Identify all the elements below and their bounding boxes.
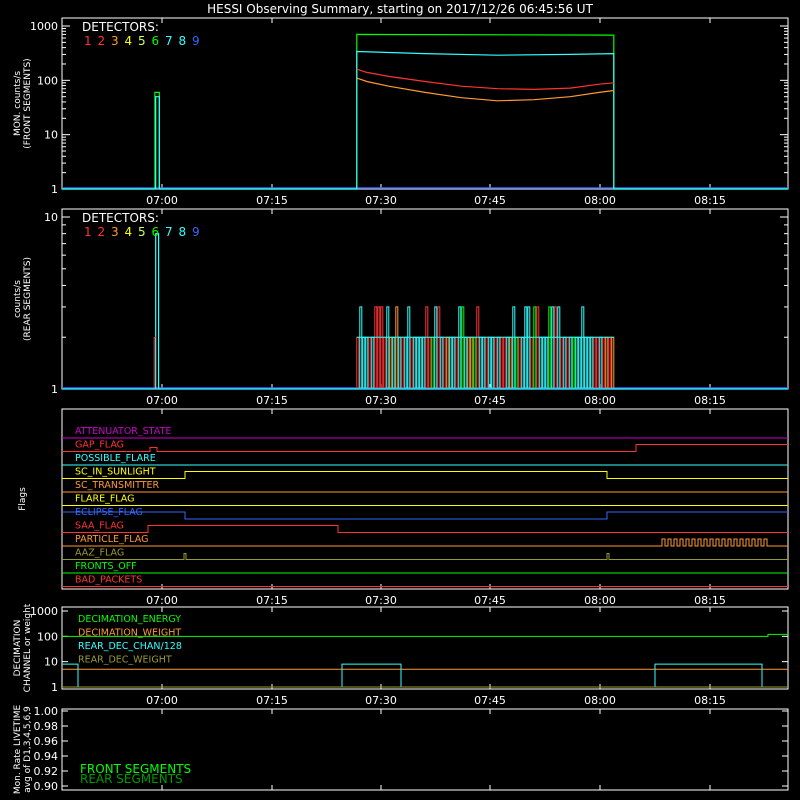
flag-label-fronts-off: FRONTS_OFF — [75, 561, 137, 572]
x-tick-label: 07:30 — [365, 394, 397, 407]
x-tick-label: 07:30 — [365, 194, 397, 207]
x-tick-label: 07:00 — [146, 394, 178, 407]
legend-detector-5: 5 — [138, 225, 146, 239]
y-tick-label: 10 — [44, 211, 58, 224]
x-tick-label: 08:00 — [584, 394, 616, 407]
x-tick-label: 08:15 — [694, 594, 726, 607]
legend-detector-4: 4 — [125, 34, 133, 48]
legend-detector-1: 1 — [84, 34, 92, 48]
legend-detector-1: 1 — [84, 225, 92, 239]
legend-detector-6: 6 — [152, 225, 160, 239]
flag-label-sc-transmitter: SC_TRANSMITTER — [75, 480, 160, 491]
legend-detector-8: 8 — [179, 34, 187, 48]
y-tick-label: 0.90 — [34, 780, 59, 793]
y-axis-label-line: DECIMATION — [13, 620, 23, 677]
x-tick-label: 07:15 — [256, 594, 288, 607]
legend-title: DETECTORS: — [82, 211, 159, 225]
y-tick-label: 100 — [37, 74, 58, 87]
decimation-label-1: DECIMATION_WEIGHT — [78, 628, 181, 639]
x-tick-label: 08:15 — [694, 394, 726, 407]
flag-label-bad-packets: BAD_PACKETS — [75, 575, 142, 586]
y-axis-label-line: (REAR SEGMENTS) — [23, 257, 33, 341]
x-tick-label: 07:45 — [474, 594, 506, 607]
legend-detector-2: 2 — [98, 34, 106, 48]
livetime-legend-1: REAR SEGMENTS — [80, 772, 183, 786]
legend-title: DETECTORS: — [82, 20, 159, 34]
flag-label-sc-in-sunlight: SC_IN_SUNLIGHT — [75, 467, 156, 478]
y-axis-label-line: MON. counts/s — [13, 71, 23, 136]
hessi-summary-plot: HESSI Observing Summary, starting on 201… — [0, 0, 800, 800]
y-tick-label: 0.94 — [34, 750, 59, 763]
y-tick-label: 1000 — [30, 605, 58, 618]
flags-y-axis-label: Flags — [18, 487, 28, 511]
y-tick-label: 100 — [37, 630, 58, 643]
y-axis-label-line: CHANNEL or weight — [23, 603, 33, 692]
y-axis-label-line: counts/s — [13, 280, 23, 318]
legend-detector-7: 7 — [165, 225, 173, 239]
y-tick-label: 0.92 — [34, 765, 59, 778]
decimation-label-3: REAR_DEC_WEIGHT — [78, 655, 172, 666]
x-tick-label: 07:00 — [146, 594, 178, 607]
y-tick-label: 10 — [44, 129, 58, 142]
x-tick-label: 08:00 — [584, 694, 616, 707]
legend-detector-2: 2 — [98, 225, 106, 239]
livetime-y-axis-label: Mon. Rate LIVETIME avg of D1,3,4,5,6,9 — [13, 705, 33, 795]
decimation-label-2: REAR_DEC_CHAN/128 — [78, 641, 182, 652]
x-tick-label: 07:45 — [474, 394, 506, 407]
flag-label-saa-flag: SAA_FLAG — [75, 521, 124, 532]
y-axis-label-line: Mon. Rate LIVETIME — [13, 705, 23, 795]
decimation-label-0: DECIMATION_ENERGY — [78, 614, 181, 625]
y-tick-label: 0.96 — [34, 735, 59, 748]
x-tick-label: 07:15 — [256, 394, 288, 407]
legend-detector-3: 3 — [111, 225, 119, 239]
legend-detector-9: 9 — [192, 225, 200, 239]
flag-label-possible-flare: POSSIBLE_FLARE — [75, 453, 156, 464]
flag-label-aaz-flag: AAZ_FLAG — [75, 548, 124, 559]
y-axis-label-line: avg of D1,3,4,5,6,9 — [23, 706, 33, 793]
front-y-axis-label: MON. counts/s (FRONT SEGMENTS) — [13, 58, 33, 148]
x-tick-label: 07:00 — [146, 694, 178, 707]
y-axis-label-line: (FRONT SEGMENTS) — [23, 58, 33, 148]
y-tick-label: 1.00 — [34, 705, 59, 718]
chart-title: HESSI Observing Summary, starting on 201… — [207, 2, 593, 16]
flag-label-attenuator-state: ATTENUATOR_STATE — [75, 426, 171, 437]
y-tick-label: 1000 — [30, 20, 58, 33]
legend-detector-5: 5 — [138, 34, 146, 48]
legend-detector-3: 3 — [111, 34, 119, 48]
y-tick-label: 1 — [51, 183, 58, 196]
x-tick-label: 07:30 — [365, 694, 397, 707]
x-tick-label: 08:15 — [694, 194, 726, 207]
legend-detector-4: 4 — [125, 225, 133, 239]
x-tick-label: 08:00 — [584, 194, 616, 207]
x-tick-label: 07:45 — [474, 194, 506, 207]
x-tick-label: 08:15 — [694, 694, 726, 707]
x-tick-label: 07:00 — [146, 194, 178, 207]
x-tick-label: 08:00 — [584, 594, 616, 607]
legend-detector-8: 8 — [179, 225, 187, 239]
y-tick-label: 1 — [51, 681, 58, 694]
legend-detector-6: 6 — [152, 34, 160, 48]
legend-detector-7: 7 — [165, 34, 173, 48]
x-tick-label: 07:30 — [365, 594, 397, 607]
y-tick-label: 10 — [44, 656, 58, 669]
flag-label-particle-flag: PARTICLE_FLAG — [75, 534, 148, 545]
y-tick-label: 1 — [51, 383, 58, 396]
flag-label-flare-flag: FLARE_FLAG — [75, 494, 135, 505]
y-axis-label-line: Flags — [18, 487, 28, 511]
flag-label-gap-flag: GAP_FLAG — [75, 440, 124, 451]
x-tick-label: 07:45 — [474, 694, 506, 707]
legend-detector-9: 9 — [192, 34, 200, 48]
x-tick-label: 07:15 — [256, 194, 288, 207]
y-tick-label: 0.98 — [34, 720, 59, 733]
x-tick-label: 07:15 — [256, 694, 288, 707]
